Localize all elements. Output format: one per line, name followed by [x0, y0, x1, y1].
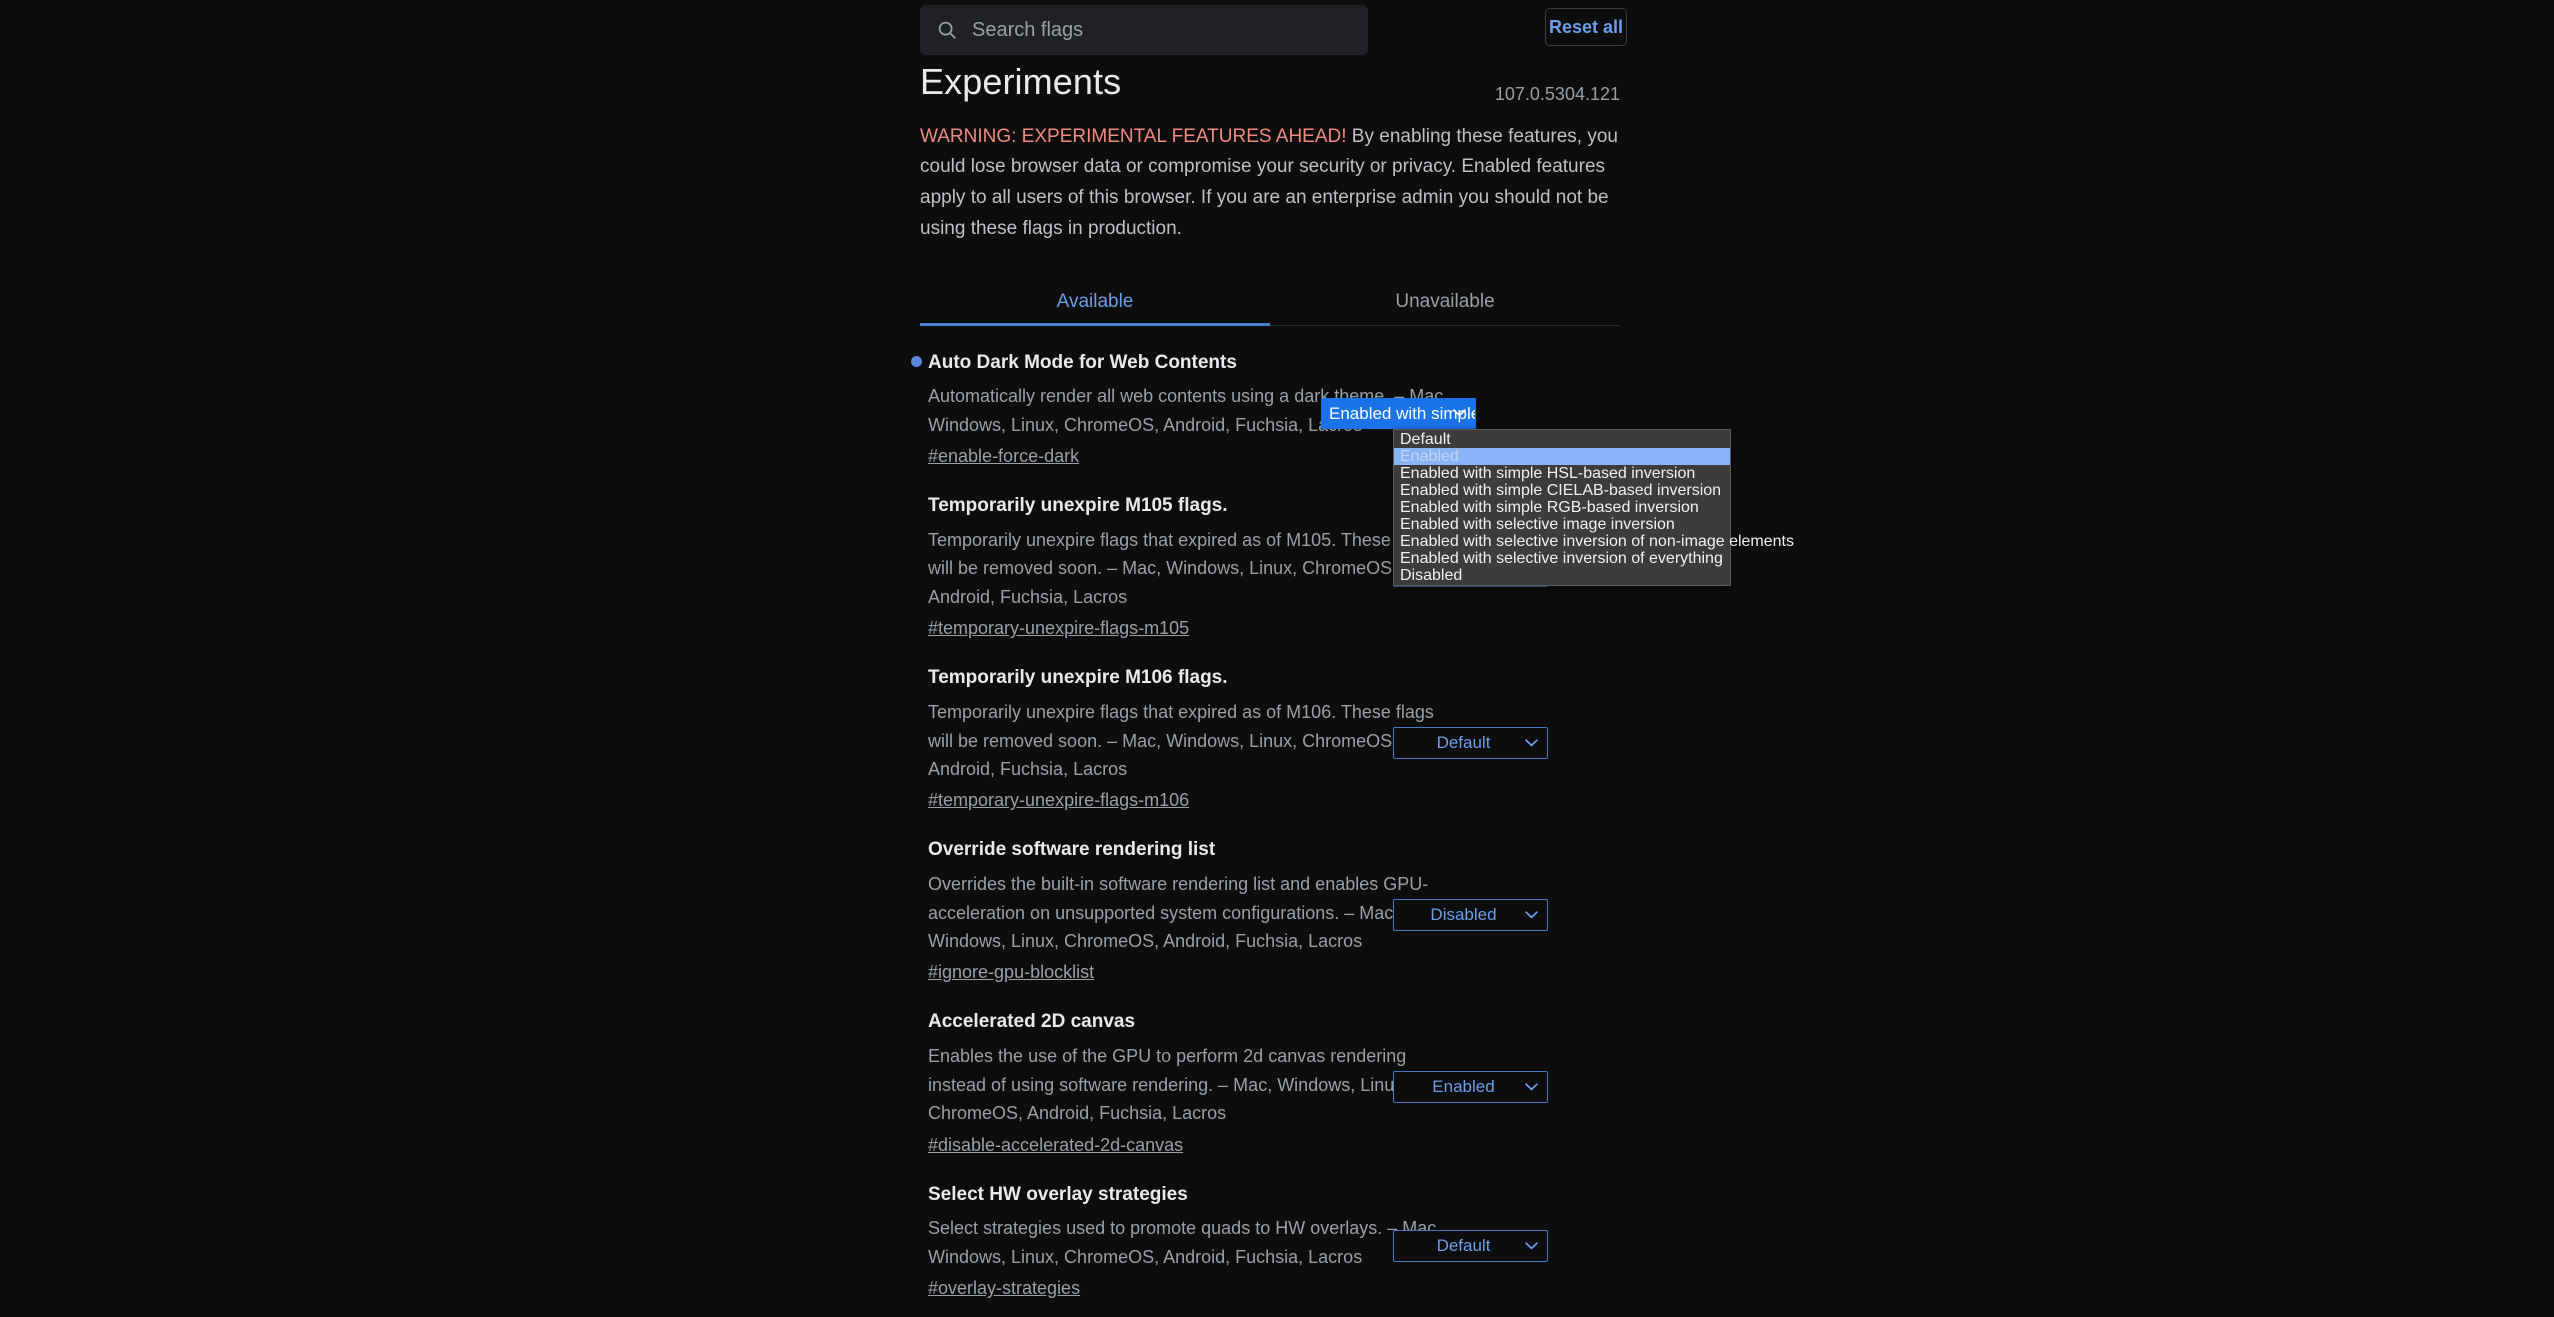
flag-anchor-link[interactable]: #disable-accelerated-2d-canvas	[928, 1135, 1183, 1156]
flag-title: Override software rendering list	[928, 838, 1460, 862]
warning-banner: WARNING: EXPERIMENTAL FEATURES AHEAD! By…	[920, 122, 1620, 245]
warning-headline: WARNING: EXPERIMENTAL FEATURES AHEAD!	[920, 125, 1347, 147]
flag-select-value: Disabled	[1430, 905, 1497, 925]
tab-unavailable[interactable]: Unavailable	[1270, 279, 1620, 325]
dropdown-option[interactable]: Enabled with selective image inversion	[1394, 516, 1730, 533]
dropdown-option[interactable]: Enabled with simple HSL-based inversion	[1394, 465, 1730, 482]
flag-select-slot: Default	[1393, 727, 1548, 760]
flag-row: Accelerated 2D canvas Enables the use of …	[920, 985, 1620, 1157]
flag-title-text: Auto Dark Mode for Web Contents	[928, 351, 1237, 373]
dropdown-option[interactable]: Enabled with selective inversion of ever…	[1394, 550, 1730, 567]
flag-title: Temporarily unexpire M106 flags.	[928, 666, 1460, 690]
reset-all-button[interactable]: Reset all	[1545, 8, 1627, 46]
flag-anchor-link[interactable]: #ignore-gpu-blocklist	[928, 962, 1094, 983]
flag-anchor-link[interactable]: #temporary-unexpire-flags-m106	[928, 790, 1189, 811]
flag-select[interactable]: Disabled	[1393, 899, 1548, 932]
flag-anchor-link[interactable]: #enable-force-dark	[928, 446, 1079, 467]
flag-anchor-link[interactable]: #overlay-strategies	[928, 1278, 1080, 1299]
flag-select-value: Default	[1436, 1235, 1491, 1255]
flag-row: Select HW overlay strategies Select strat…	[920, 1158, 1620, 1302]
flag-select[interactable]: Enabled	[1393, 1071, 1548, 1104]
dropdown-option[interactable]: Enabled with selective inversion of non-…	[1394, 533, 1794, 550]
dropdown-option[interactable]: Enabled with simple RGB-based inversion	[1394, 499, 1730, 516]
flag-title-text: Temporarily unexpire M106 flags.	[928, 667, 1228, 689]
dropdown-option[interactable]: Enabled	[1394, 447, 1730, 465]
flag-description: Select strategies used to promote quads …	[928, 1218, 1442, 1267]
flag-body: Select HW overlay strategies Select strat…	[920, 1183, 1460, 1300]
flag-title-text: Select HW overlay strategies	[928, 1183, 1188, 1205]
flag-select[interactable]: Default	[1393, 727, 1548, 760]
dropdown-option[interactable]: Disabled	[1394, 567, 1730, 584]
flag-title-text: Temporarily unexpire M105 flags.	[928, 495, 1228, 517]
tab-available[interactable]: Available	[920, 279, 1270, 325]
flag-row: Temporarily unexpire M106 flags. Temporar…	[920, 641, 1620, 813]
flag-select-open[interactable]: Enabled with simple C	[1321, 397, 1476, 429]
chevron-down-icon	[1525, 1083, 1538, 1091]
flag-row: Tint composited contentTint contents com…	[920, 1301, 1620, 1317]
flag-anchor-link[interactable]: #temporary-unexpire-flags-m105	[928, 618, 1189, 639]
dropdown-option[interactable]: Default	[1394, 431, 1730, 448]
flag-select-slot: Enabled	[1393, 1071, 1548, 1104]
flag-select-value: Enabled	[1432, 1077, 1495, 1097]
flag-select-value: Enabled with simple C	[1329, 403, 1476, 423]
flag-select-slot: Disabled	[1393, 899, 1548, 932]
flag-title-text: Override software rendering list	[928, 839, 1216, 861]
flag-select-slot: Default	[1393, 1229, 1548, 1262]
flag-body: Temporarily unexpire M106 flags. Temporar…	[920, 666, 1460, 811]
flag-row: Auto Dark Mode for Web Contents Automatic…	[911, 326, 1794, 586]
flag-description: Enables the use of the GPU to perform 2d…	[928, 1046, 1409, 1124]
chevron-down-icon	[1525, 1241, 1538, 1250]
flag-body: Override software rendering list Override…	[920, 838, 1460, 983]
flag-row: Override software rendering list Override…	[920, 813, 1620, 985]
flag-title-text: Accelerated 2D canvas	[928, 1011, 1136, 1033]
dropdown-option[interactable]: Enabled with simple CIELAB-based inversi…	[1394, 482, 1730, 499]
flag-description: Overrides the built-in software renderin…	[928, 874, 1429, 952]
search-input[interactable]	[972, 18, 1352, 42]
flag-title: Select HW overlay strategies	[928, 1183, 1460, 1207]
tab-bar: Available Unavailable	[920, 279, 1620, 326]
flag-body: Accelerated 2D canvas Enables the use of …	[920, 1010, 1460, 1155]
flag-title: Temporarily unexpire M105 flags.	[928, 494, 1460, 518]
top-toolbar: Reset all	[0, 0, 2554, 55]
version-label: 107.0.5304.121	[1494, 84, 1620, 104]
chevron-down-icon	[1525, 739, 1538, 747]
search-box[interactable]	[920, 5, 1368, 55]
flag-body: Temporarily unexpire M105 flags. Temporar…	[920, 494, 1460, 639]
dropdown-panel: Default Enabled Enabled with simple HSL-ba…	[1393, 428, 1794, 586]
flag-select-value: Default	[1436, 733, 1491, 753]
search-icon	[936, 19, 958, 41]
flag-list: Auto Dark Mode for Web Contents Automatic…	[911, 326, 1794, 1317]
flag-description: Temporarily unexpire flags that expired …	[928, 702, 1434, 779]
flag-description: Temporarily unexpire flags that expired …	[928, 530, 1434, 607]
flag-title: Auto Dark Mode for Web Contents	[911, 351, 1460, 375]
chevron-down-icon	[1525, 911, 1538, 919]
flag-title: Accelerated 2D canvas	[928, 1010, 1460, 1034]
modified-dot-icon	[911, 355, 922, 367]
flag-select[interactable]: Default	[1393, 1229, 1548, 1262]
flags-page: Reset all Experiments 107.0.5304.121 WAR…	[0, 0, 2554, 1317]
main-column: Experiments 107.0.5304.121 WARNING: EXPE…	[911, 62, 1794, 1317]
